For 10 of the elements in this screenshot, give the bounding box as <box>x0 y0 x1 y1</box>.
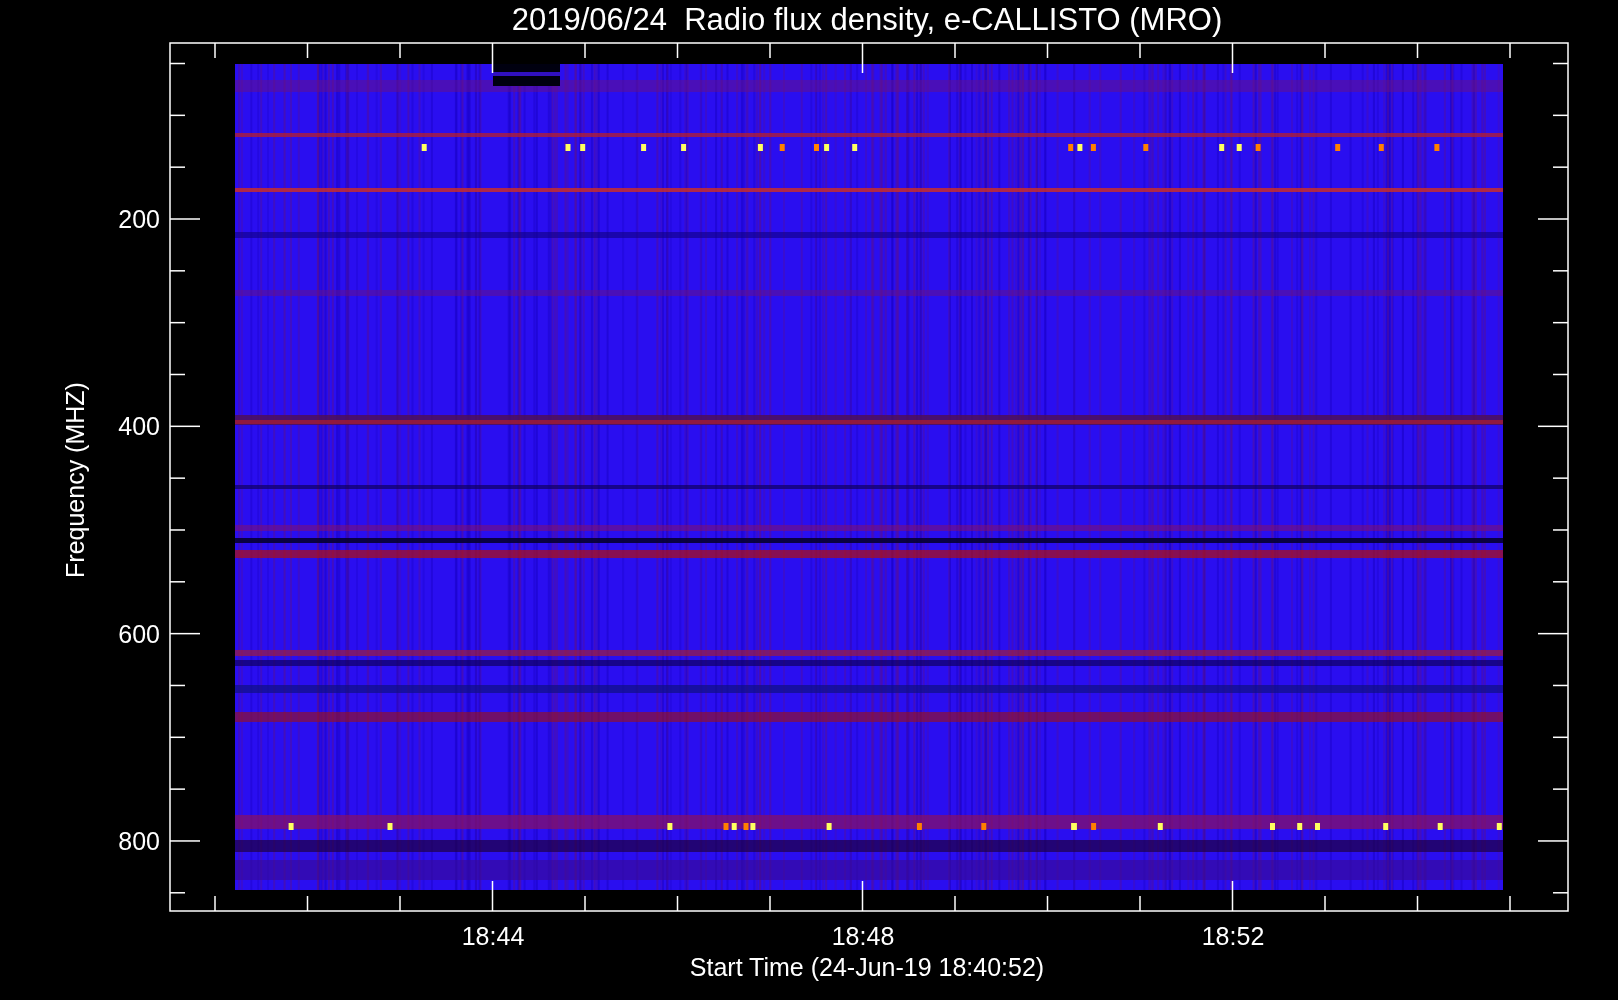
y-tick-label: 200 <box>118 205 160 233</box>
x-tick-label: 18:52 <box>1201 922 1265 950</box>
x-tick-label: 18:44 <box>461 922 525 950</box>
x-axis-label: Start Time (24-Jun-19 18:40:52) <box>689 953 1045 981</box>
y-tick-label: 400 <box>118 412 160 441</box>
chart-title: 2019/06/24 Radio flux density, e-CALLISTO (MRO) <box>511 2 1223 37</box>
y-tick-label: 600 <box>118 619 160 648</box>
y-axis-label: Frequency (MHZ) <box>61 382 89 578</box>
x-tick-label: 18:48 <box>831 922 895 950</box>
y-tick-label: 800 <box>118 826 160 855</box>
